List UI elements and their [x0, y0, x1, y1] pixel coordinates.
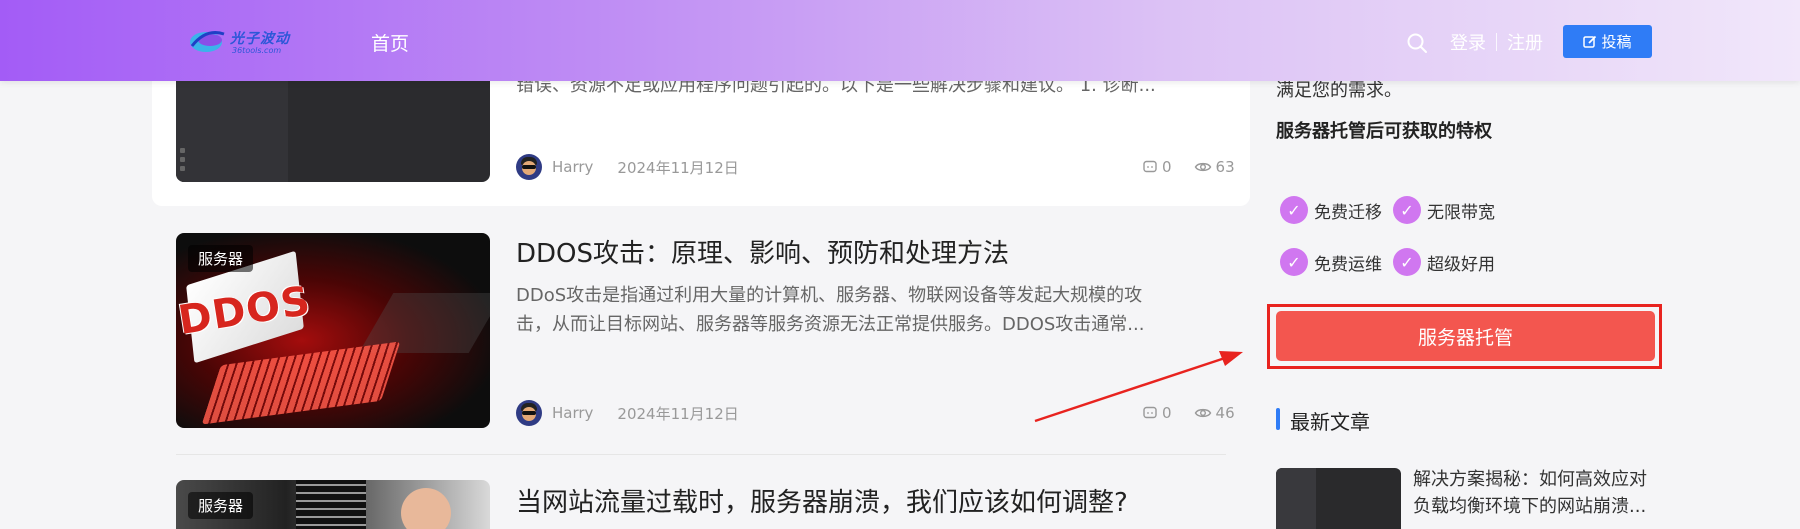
- logo-text: 光子波动: [230, 31, 290, 47]
- author-avatar[interactable]: [516, 154, 542, 180]
- login-link[interactable]: 登录: [1450, 29, 1486, 55]
- article-date: 2024年11月12日: [617, 158, 739, 177]
- nav-home-link[interactable]: 首页: [371, 29, 409, 56]
- comment-count: 0: [1162, 404, 1172, 422]
- submit-post-label: 投稿: [1601, 33, 1632, 51]
- latest-article-thumbnail[interactable]: [1276, 468, 1401, 529]
- perk-item: ✓ 免费迁移: [1280, 196, 1382, 224]
- auth-links: 登录 注册: [1450, 29, 1543, 55]
- page: 错误、资源不足或应用程序问题引起的。以下是一些解决步骤和建议。 1. 诊断...…: [0, 0, 1800, 529]
- perk-item: ✓ 超级好用: [1393, 248, 1495, 276]
- edit-icon: [1583, 35, 1597, 48]
- submit-post-button[interactable]: 投稿: [1563, 25, 1652, 58]
- check-icon: ✓: [1393, 196, 1421, 224]
- perk-label: 无限带宽: [1427, 202, 1495, 223]
- top-navbar: 光子波动 36tools.com 首页 登录 注册 投稿: [0, 0, 1800, 81]
- excerpt-line: DDoS攻击是指通过利用大量的计算机、服务器、物联网设备等发起大规模的攻: [516, 285, 1143, 306]
- view-count: 46: [1215, 404, 1235, 422]
- perk-label: 超级好用: [1427, 254, 1495, 275]
- logo-subtext: 36tools.com: [232, 46, 282, 55]
- article-meta: Harry 2024年11月12日: [516, 154, 739, 180]
- comment-count: 0: [1162, 158, 1172, 176]
- author-avatar[interactable]: [516, 400, 542, 426]
- comment-icon: [1143, 406, 1157, 419]
- search-icon[interactable]: [1405, 31, 1429, 55]
- article-thumbnail[interactable]: DDOS 服务器: [176, 233, 490, 428]
- article-stats: 0 46: [1142, 404, 1235, 422]
- check-icon: ✓: [1393, 248, 1421, 276]
- register-link[interactable]: 注册: [1507, 29, 1543, 55]
- article-thumbnail[interactable]: 服务器: [176, 480, 490, 529]
- article-title[interactable]: DDOS攻击：原理、影响、预防和处理方法: [516, 233, 1009, 270]
- section-accent-bar: [1276, 408, 1280, 430]
- perk-label: 免费运维: [1314, 254, 1382, 275]
- server-hosting-button[interactable]: 服务器托管: [1276, 311, 1655, 361]
- article-stats: 0 63: [1142, 158, 1235, 176]
- author-name[interactable]: Harry: [552, 158, 593, 176]
- comment-icon: [1143, 160, 1157, 173]
- check-icon: ✓: [1280, 196, 1308, 224]
- eye-icon: [1194, 408, 1211, 418]
- perk-label: 免费迁移: [1314, 202, 1382, 223]
- logo-mark-icon: [190, 31, 225, 52]
- category-badge[interactable]: 服务器: [188, 492, 254, 519]
- check-icon: ✓: [1280, 248, 1308, 276]
- sidebar-heading: 服务器托管后可获取的特权: [1276, 121, 1492, 142]
- latest-article-title[interactable]: 解决方案揭秘：如何高效应对负载均衡环境下的网站崩溃...: [1413, 466, 1663, 520]
- article-date: 2024年11月12日: [617, 404, 739, 423]
- perk-item: ✓ 无限带宽: [1393, 196, 1495, 224]
- eye-icon: [1194, 162, 1211, 172]
- excerpt-line: 击，从而让目标网站、服务器等服务资源无法正常提供服务。DDOS攻击通常...: [516, 313, 1145, 335]
- author-name[interactable]: Harry: [552, 404, 593, 422]
- latest-articles-title: 最新文章: [1290, 410, 1370, 434]
- article-excerpt: DDoS攻击是指通过利用大量的计算机、服务器、物联网设备等发起大规模的攻 击，从…: [516, 282, 1144, 340]
- category-badge[interactable]: 服务器: [188, 245, 254, 272]
- divider: [176, 454, 1226, 455]
- perk-item: ✓ 免费运维: [1280, 248, 1382, 276]
- article-title[interactable]: 当网站流量过载时，服务器崩溃，我们应该如何调整?: [516, 482, 1128, 519]
- view-count: 63: [1215, 158, 1235, 176]
- auth-separator: [1496, 33, 1497, 51]
- article-meta: Harry 2024年11月12日: [516, 400, 739, 426]
- site-logo[interactable]: 光子波动 36tools.com: [186, 24, 302, 60]
